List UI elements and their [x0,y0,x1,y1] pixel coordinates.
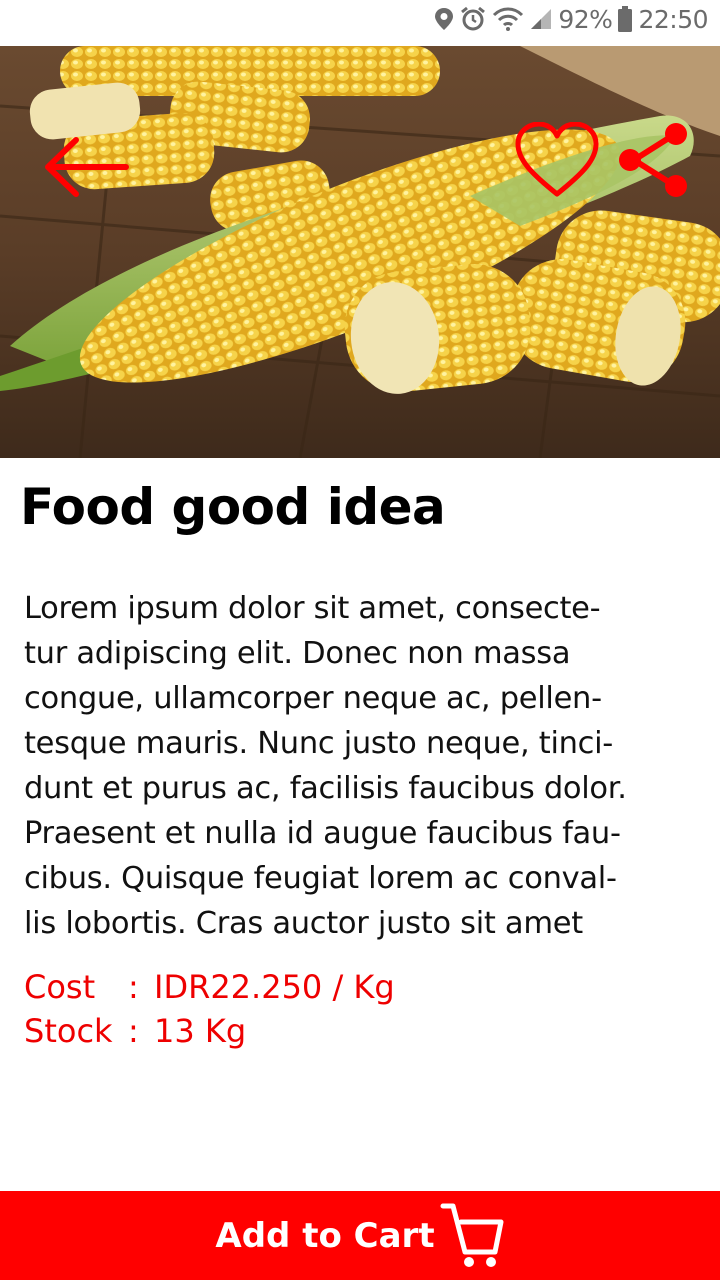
cart-icon [440,1203,504,1267]
stock-value: 13 Kg [154,1012,247,1050]
cost-value: IDR22.250 / Kg [154,968,395,1006]
description-line: tesque mauris. Nunc justo neque, tinci- [24,726,613,761]
battery-icon [618,6,633,32]
battery-percent: 92% [558,4,613,34]
wifi-icon [493,7,524,31]
back-button[interactable] [38,132,134,202]
cost-label: Cost [24,968,96,1006]
cost-row: Cost : IDR22.250 / Kg [24,965,395,1009]
stock-label: Stock [24,1012,113,1050]
product-info: Cost : IDR22.250 / Kg Stock : 13 Kg [24,965,395,1053]
separator: : [128,968,139,1006]
status-icons: 92% 22:50 [434,0,708,38]
signal-icon [531,9,552,29]
share-button[interactable] [614,122,694,202]
description-line: lis lobortis. Cras auctor justo sit amet [24,906,583,941]
location-icon [435,8,454,30]
description-line: cibus. Quisque feugiat lorem ac conval- [24,861,617,896]
status-bar: 92% 22:50 [0,0,720,46]
corn-photo [0,46,720,458]
description-line: tur adipiscing elit. Donec non massa [24,636,571,671]
share-icon [619,123,687,197]
description-line: dunt et purus ac, facilisis faucibus dol… [24,771,627,806]
stock-row: Stock : 13 Kg [24,1009,395,1053]
add-to-cart-button[interactable]: Add to Cart [0,1191,720,1280]
clock: 22:50 [638,4,708,34]
add-to-cart-label: Add to Cart [215,1215,435,1256]
product-image [0,46,720,458]
description-line: Praesent et nulla id augue faucibus fau- [24,816,621,851]
alarm-icon [461,6,486,31]
description-line: congue, ullamcorper neque ac, pellen- [24,681,602,716]
separator: : [128,1012,139,1050]
back-arrow-icon [45,137,129,197]
product-title: Food good idea [20,478,446,536]
heart-icon [515,121,599,197]
favorite-button[interactable] [512,121,602,202]
description-line: Lorem ipsum dolor sit amet, consecte- [24,591,601,626]
product-description: Lorem ipsum dolor sit amet, consecte- tu… [24,586,696,946]
